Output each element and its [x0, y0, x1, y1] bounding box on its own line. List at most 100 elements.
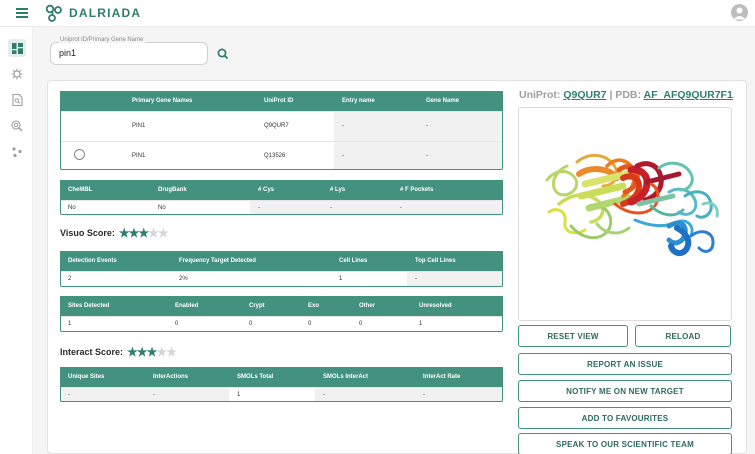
table-row: - - 1 - -: [60, 386, 503, 402]
table-cell: Q9QUR7: [256, 110, 334, 141]
table-cell: [60, 140, 124, 170]
table-row: 2 2% 1 -: [60, 270, 503, 287]
table-row[interactable]: PIN1 Q13526 - -: [60, 140, 503, 170]
col-header: Cell Lines: [331, 251, 407, 271]
table-cell: 1: [229, 386, 315, 402]
col-header: [60, 91, 124, 111]
sites-table: Sites Detected Enabled Crypt Exo Other U…: [60, 296, 503, 332]
reset-view-button[interactable]: RESET VIEW: [518, 325, 628, 347]
select-radio[interactable]: [74, 149, 85, 161]
dashboard-icon[interactable]: [8, 39, 26, 57]
col-header: Exo: [300, 296, 351, 316]
table-cell: 1: [60, 315, 167, 332]
protein-structure-viewer[interactable]: [518, 107, 732, 321]
col-header: SMOLs Total: [229, 367, 315, 387]
user-avatar-icon[interactable]: [731, 4, 748, 21]
table-cell: 0: [241, 315, 300, 332]
table-cell: [60, 110, 124, 141]
table-cell: No: [60, 199, 150, 215]
col-header: Unresolved: [411, 296, 503, 316]
col-header: Sites Detected: [60, 296, 167, 316]
top-bar: DALRIADA: [0, 0, 755, 27]
unique-sites-table: Unique Sites InterActions SMOLs Total SM…: [60, 367, 503, 402]
uniprot-link[interactable]: Q9QUR7: [563, 89, 606, 101]
table-cell: 1: [331, 270, 407, 287]
interact-score-label: Interact Score:: [60, 347, 124, 357]
table-cell: -: [60, 386, 145, 402]
table-cell: PIN1: [124, 140, 256, 170]
table-cell: Q13526: [256, 140, 334, 170]
col-header: InterAct Rate: [415, 367, 503, 387]
table-cell: 0: [300, 315, 351, 332]
search-input[interactable]: [59, 48, 199, 58]
molecule-icon[interactable]: [8, 143, 26, 161]
star-icon: ★: [127, 345, 138, 359]
visuo-star-rating: ★★★★★: [118, 226, 169, 240]
hamburger-icon[interactable]: [16, 8, 28, 18]
star-icon: ★: [128, 226, 140, 240]
add-to-favourites-button[interactable]: ADD TO FAVOURITES: [518, 407, 732, 429]
table-cell: -: [334, 110, 418, 141]
star-icon: ★: [148, 226, 159, 240]
table-cell: No: [150, 199, 250, 215]
table-row: 1 0 0 0 0 1: [60, 315, 503, 332]
document-search-icon[interactable]: [8, 91, 26, 109]
col-header: # F Pockets: [392, 180, 503, 200]
table-cell: -: [322, 199, 392, 215]
table-row: No No - - -: [60, 199, 503, 215]
col-header: DrugBank: [150, 180, 250, 200]
visuo-score: Visuo Score: ★★★★★: [60, 226, 169, 240]
table-row[interactable]: PIN1 Q9QUR7 - -: [60, 110, 503, 141]
table-cell: -: [315, 386, 415, 402]
search-field: Uniprot ID/Primary Gene Name: [50, 37, 208, 65]
star-icon: ★: [136, 345, 148, 359]
table-cell: -: [418, 140, 503, 170]
sidebar: [0, 27, 33, 454]
visuo-score-label: Visuo Score:: [60, 228, 115, 238]
star-icon: ★: [166, 345, 177, 359]
col-header: CheMBL: [60, 180, 150, 200]
table-cell: -: [334, 140, 418, 170]
pdb-link[interactable]: AF_AFQ9QUR7F1: [644, 89, 733, 101]
chem-table: CheMBL DrugBank # Cys # Lys # F Pockets …: [60, 180, 503, 215]
table-cell: PIN1: [124, 110, 256, 141]
target-search-icon[interactable]: [8, 117, 26, 135]
star-icon: ★: [138, 226, 149, 240]
star-icon: ★: [118, 226, 130, 240]
col-header: Unique Sites: [60, 367, 145, 387]
app-logo[interactable]: DALRIADA: [44, 3, 141, 23]
search-label: Uniprot ID/Primary Gene Name: [58, 37, 146, 43]
table-cell: -: [392, 199, 503, 215]
pdb-label: PDB:: [615, 89, 641, 101]
table-cell: 2: [60, 270, 171, 287]
app-name: DALRIADA: [69, 6, 142, 20]
separator: |: [609, 89, 613, 101]
col-header: Frequency Target Detected: [171, 251, 331, 271]
col-header: InterActions: [145, 367, 229, 387]
star-icon: ★: [156, 345, 167, 359]
col-header: Entry name: [334, 91, 418, 111]
col-header: Primary Gene Names: [124, 91, 256, 111]
table-cell: -: [250, 199, 322, 215]
col-header: Other: [351, 296, 411, 316]
table-cell: 2%: [171, 270, 331, 287]
speak-to-team-button[interactable]: SPEAK TO OUR SCIENTIFIC TEAM: [518, 433, 732, 454]
col-header: SMOLs InterAct: [315, 367, 415, 387]
col-header: Crypt: [241, 296, 300, 316]
reload-button[interactable]: RELOAD: [635, 325, 731, 347]
virus-icon[interactable]: [8, 65, 26, 83]
table-cell: -: [418, 110, 503, 141]
protein-ribbon-image: [545, 154, 719, 256]
report-issue-button[interactable]: REPORT AN ISSUE: [518, 353, 732, 375]
uniprot-label: UniProt:: [519, 89, 561, 101]
col-header: Gene Name: [418, 91, 503, 111]
col-header: # Lys: [322, 180, 392, 200]
table-cell: 0: [351, 315, 411, 332]
col-header: # Cys: [250, 180, 322, 200]
notify-new-target-button[interactable]: NOTIFY ME ON NEW TARGET: [518, 380, 732, 402]
table-cell: -: [407, 270, 503, 287]
table-cell: -: [415, 386, 503, 402]
search-icon[interactable]: [216, 47, 230, 61]
col-header: Enabled: [167, 296, 241, 316]
col-header: Top Cell Lines: [407, 251, 503, 271]
